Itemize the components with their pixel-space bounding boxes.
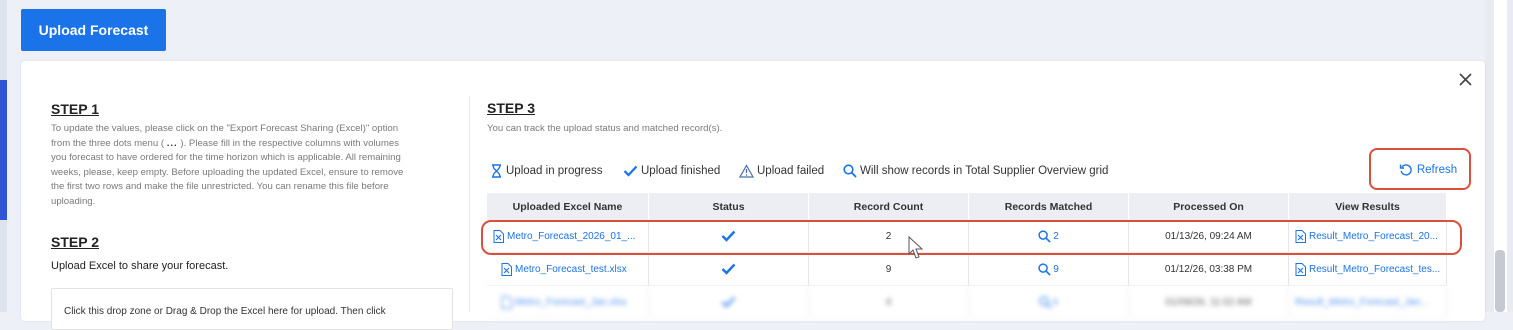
column-divider (469, 96, 470, 312)
status-cell (649, 220, 809, 252)
step1-title: STEP 1 (51, 101, 99, 117)
step3-title: STEP 3 (487, 100, 535, 116)
search-icon (843, 164, 857, 178)
nav-accent-bar (0, 80, 7, 220)
excel-file-icon (1295, 262, 1306, 276)
view-result-link[interactable]: Result_Metro_Forecast_20... (1289, 220, 1447, 252)
refresh-icon (1399, 164, 1412, 176)
legend-records: Will show records in Total Supplier Over… (843, 163, 1108, 179)
excel-file-icon (493, 229, 504, 243)
excel-file-icon (1295, 229, 1306, 243)
step1-instructions: To update the values, please click on th… (51, 122, 461, 210)
table-row[interactable]: Metro_Forecast_test.xlsx 9 9 01/12/26, 0… (487, 253, 1447, 286)
step1-line: To update the values, please click on th… (51, 123, 399, 134)
scrollbar-thumb[interactable] (1495, 250, 1505, 312)
excel-drop-zone[interactable]: Click this drop zone or Drag & Drop the … (51, 288, 453, 330)
view-result-link[interactable]: Result_Metro_Forecast_Jan... (1289, 286, 1447, 318)
hourglass-icon (492, 164, 501, 178)
checkmark-icon (623, 165, 638, 177)
record-count-cell: 4 (809, 286, 969, 318)
records-matched-link[interactable]: 9 (969, 253, 1129, 285)
table-header: Uploaded Excel Name Status Record Count … (487, 193, 1447, 220)
refresh-button[interactable]: Refresh (1389, 157, 1467, 183)
close-button[interactable] (1456, 70, 1474, 88)
status-cell (649, 286, 809, 318)
column-header[interactable]: Status (649, 193, 809, 220)
mouse-cursor-icon (908, 236, 924, 259)
search-icon (1039, 295, 1052, 309)
excel-file-icon (501, 262, 512, 276)
three-dots-menu-hint: ... (166, 137, 178, 149)
search-icon (1038, 262, 1051, 276)
step1-line: uploading. (51, 195, 96, 207)
records-matched-link[interactable]: 4 (969, 286, 1129, 318)
page-left-edge (0, 0, 7, 312)
column-header[interactable]: View Results (1289, 193, 1447, 220)
step1-line: from the three dots menu ( ... ). Please… (51, 137, 400, 149)
record-count-cell: 9 (809, 253, 969, 285)
step2-title: STEP 2 (51, 234, 99, 250)
column-header[interactable]: Processed On (1129, 193, 1289, 220)
upload-forecast-button[interactable]: Upload Forecast (21, 9, 166, 51)
checkmark-icon (721, 296, 736, 308)
uploaded-file-link[interactable]: Metro_Forecast_2026_01_... (487, 220, 649, 252)
table-row[interactable]: Metro_Forecast_Jan.xlsx 4 4 01/09/26, 11… (487, 286, 1447, 319)
status-cell (649, 253, 809, 285)
step3-subtitle: You can track the upload status and matc… (487, 123, 723, 134)
records-matched-link[interactable]: 2 (969, 220, 1129, 252)
processed-on-cell: 01/13/26, 09:24 AM (1129, 220, 1289, 252)
view-result-link[interactable]: Result_Metro_Forecast_tes... (1289, 253, 1447, 285)
page-scrollbar[interactable] (1485, 0, 1513, 312)
legend-in-progress: Upload in progress (490, 163, 603, 179)
uploaded-file-link[interactable]: Metro_Forecast_test.xlsx (487, 253, 649, 285)
step2-text: Upload Excel to share your forecast. (51, 260, 229, 272)
record-count-cell: 2 (809, 220, 969, 252)
search-icon (1038, 229, 1051, 243)
processed-on-cell: 01/09/26, 11:02 AM (1129, 286, 1289, 318)
uploaded-file-link[interactable]: Metro_Forecast_Jan.xlsx (487, 286, 649, 318)
column-header[interactable]: Record Count (809, 193, 969, 220)
column-header[interactable]: Records Matched (969, 193, 1129, 220)
legend-finished: Upload finished (623, 163, 720, 179)
step1-line: you forecast to have ordered for the tim… (51, 152, 401, 164)
close-icon (1458, 72, 1472, 86)
column-header[interactable]: Uploaded Excel Name (487, 193, 649, 220)
processed-on-cell: 01/12/26, 03:38 PM (1129, 253, 1289, 285)
checkmark-icon (721, 263, 736, 275)
excel-file-icon (501, 295, 512, 309)
table-row[interactable]: Metro_Forecast_2026_01_... 2 2 01/13/26,… (487, 220, 1447, 253)
legend-failed: Upload failed (739, 163, 824, 179)
step1-line: weeks, please, keep empty. Before upload… (51, 166, 404, 178)
checkmark-icon (721, 230, 736, 242)
warning-triangle-icon (739, 164, 754, 178)
step1-line: the first two rows and make the file unr… (51, 181, 389, 193)
